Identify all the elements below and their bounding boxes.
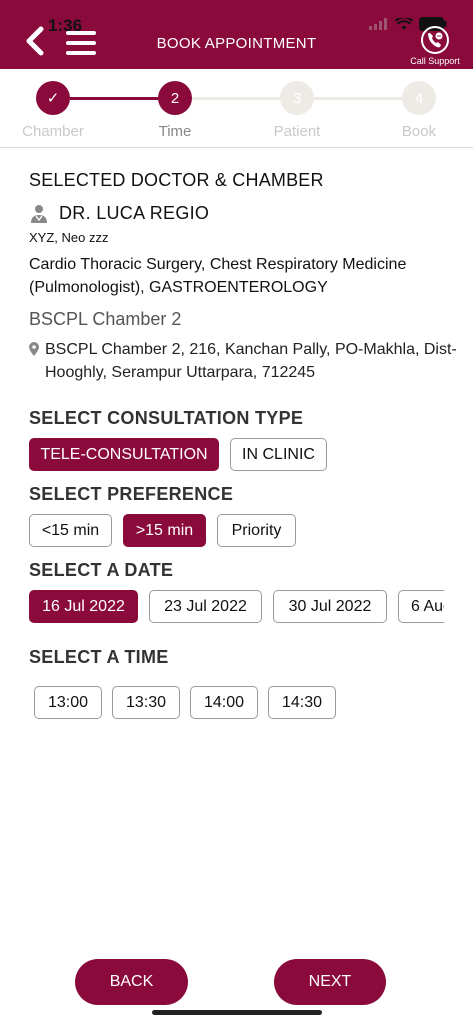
preference-title: SELECT PREFERENCE xyxy=(29,484,234,504)
signal-icon xyxy=(369,18,387,30)
time-slot[interactable]: 13:00 xyxy=(34,686,102,719)
app-header: 1:36 BOOK APPOINTMENT Call Support xyxy=(0,0,473,69)
consultation-type-title: SELECT CONSULTATION TYPE xyxy=(29,408,304,428)
step-book[interactable]: 4 Book xyxy=(369,81,469,140)
preference-less-15-option[interactable]: <15 min xyxy=(29,514,112,547)
section-title: SELECTED DOCTOR & CHAMBER xyxy=(29,170,324,190)
home-indicator xyxy=(152,1010,322,1015)
step-label: Patient xyxy=(273,123,321,140)
doctor-name: DR. LUCA REGIO xyxy=(59,203,210,223)
step-circle: 4 xyxy=(402,81,436,115)
chamber-address: BSCPL Chamber 2, 216, Kanchan Pally, PO-… xyxy=(45,341,457,381)
phone-chat-icon xyxy=(421,26,449,54)
date-option[interactable]: 16 Jul 2022 xyxy=(29,590,138,623)
page-title: BOOK APPOINTMENT xyxy=(156,35,317,52)
call-support-label: Call Support xyxy=(410,56,460,66)
call-support-button[interactable]: Call Support xyxy=(407,26,463,66)
doctor-details: SELECTED DOCTOR & CHAMBER DR. LUCA REGIO… xyxy=(29,170,459,384)
doctor-specialities: Cardio Thoracic Surgery, Chest Respirato… xyxy=(29,256,407,296)
time-slot[interactable]: 14:00 xyxy=(190,686,258,719)
in-clinic-option[interactable]: IN CLINIC xyxy=(230,438,327,471)
back-button[interactable]: BACK xyxy=(75,959,188,1005)
time-title: SELECT A TIME xyxy=(29,647,169,667)
time-slot[interactable]: 13:30 xyxy=(112,686,180,719)
doctor-icon xyxy=(31,204,47,223)
progress-stepper: ✓ Chamber 2 Time 3 Patient 4 Book xyxy=(0,78,473,148)
step-label: Time xyxy=(158,123,192,140)
preference-priority-option[interactable]: Priority xyxy=(217,514,296,547)
step-patient[interactable]: 3 Patient xyxy=(247,81,347,140)
step-label: Chamber xyxy=(22,123,84,140)
step-circle: 3 xyxy=(280,81,314,115)
step-circle: 2 xyxy=(158,81,192,115)
next-button[interactable]: NEXT xyxy=(274,959,386,1005)
step-circle: ✓ xyxy=(36,81,70,115)
chamber-name: BSCPL Chamber 2 xyxy=(29,309,182,329)
step-label: Book xyxy=(401,123,437,140)
date-option[interactable]: 30 Jul 2022 xyxy=(273,590,387,623)
date-option[interactable]: 6 Aug 2022 xyxy=(398,590,444,623)
step-time[interactable]: 2 Time xyxy=(125,81,225,140)
step-chamber[interactable]: ✓ Chamber xyxy=(3,81,103,140)
doctor-qualification: XYZ, Neo zzz xyxy=(29,230,109,245)
tele-consultation-option[interactable]: TELE-CONSULTATION xyxy=(29,438,219,471)
date-scroller[interactable]: 16 Jul 2022 23 Jul 2022 30 Jul 2022 6 Au… xyxy=(29,588,444,628)
location-pin-icon xyxy=(29,342,39,356)
preference-more-15-option[interactable]: >15 min xyxy=(123,514,206,547)
time-slot[interactable]: 14:30 xyxy=(268,686,336,719)
date-title: SELECT A DATE xyxy=(29,560,174,580)
date-option[interactable]: 23 Jul 2022 xyxy=(149,590,262,623)
